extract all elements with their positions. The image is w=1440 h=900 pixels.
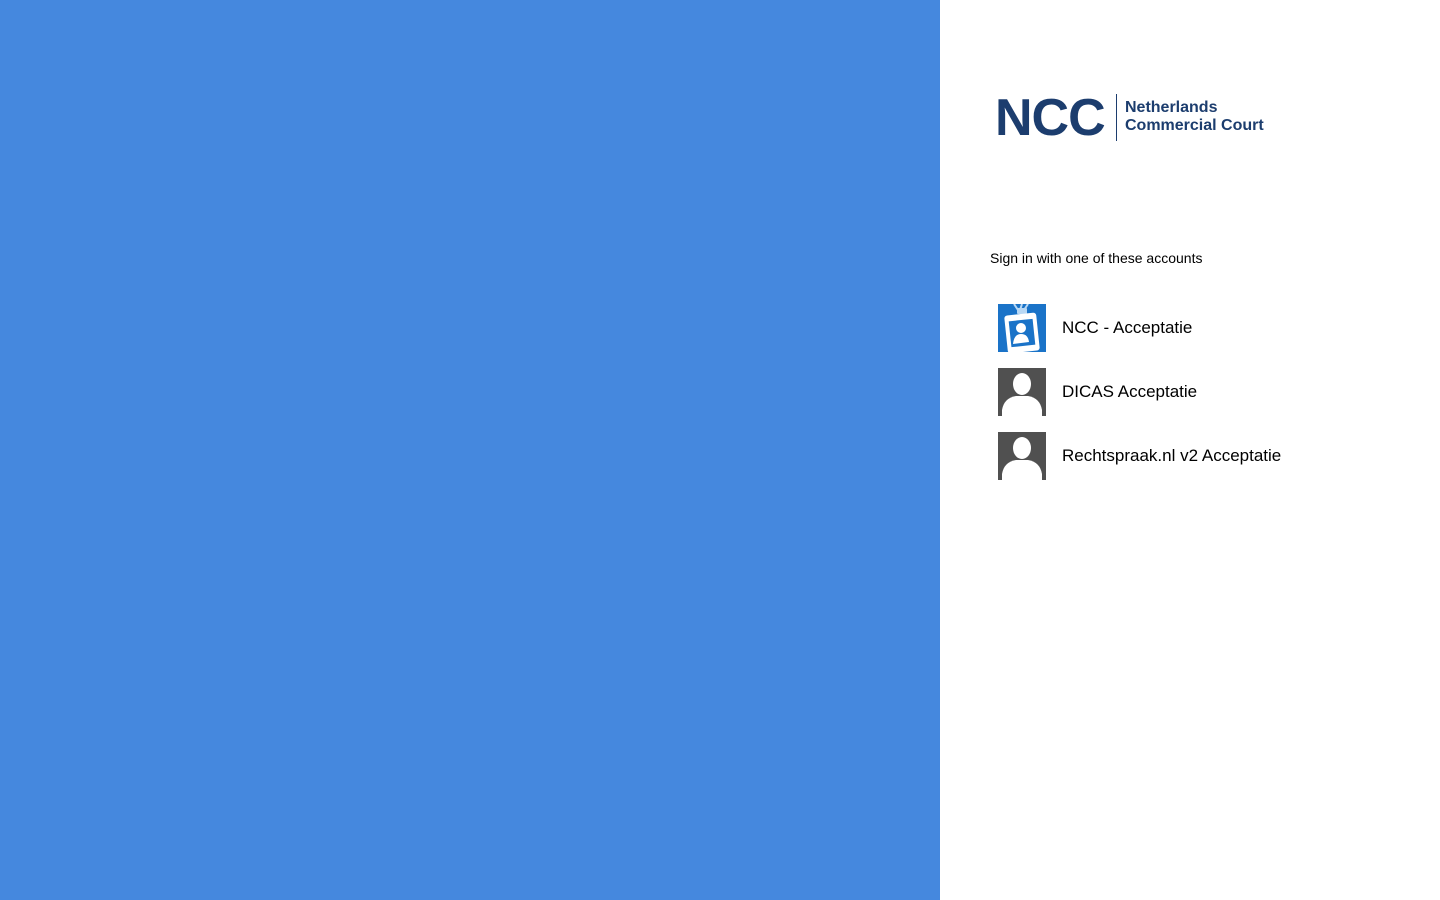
provider-list: NCC - Acceptatie DICAS Acceptatie Rechts… [998, 304, 1418, 496]
ncc-logo: NCC Netherlands Commercial Court [995, 92, 1265, 144]
provider-label: DICAS Acceptatie [1062, 382, 1198, 401]
logo-mark: NCC [995, 89, 1106, 147]
signin-panel: NCC Netherlands Commercial Court Sign in… [940, 0, 1440, 900]
signin-instruction: Sign in with one of these accounts [990, 250, 1203, 266]
logo-line-1: Netherlands [1125, 99, 1218, 116]
logo-line-2: Commercial Court [1125, 117, 1264, 134]
user-silhouette-icon [998, 368, 1046, 416]
provider-rechtspraak-v2-acceptatie[interactable]: Rechtspraak.nl v2 Acceptatie [998, 432, 1418, 480]
provider-dicas-acceptatie[interactable]: DICAS Acceptatie [998, 368, 1418, 416]
login-page: NCC Netherlands Commercial Court Sign in… [0, 0, 1440, 900]
logo-divider [1116, 94, 1117, 141]
provider-ncc-acceptatie[interactable]: NCC - Acceptatie [998, 304, 1418, 352]
user-silhouette-icon [998, 432, 1046, 480]
provider-label: Rechtspraak.nl v2 Acceptatie [1062, 446, 1282, 465]
provider-label: NCC - Acceptatie [1062, 318, 1193, 337]
logo-text: Netherlands Commercial Court [1125, 99, 1264, 135]
illustration-panel [0, 0, 940, 900]
id-badge-icon [998, 304, 1046, 352]
